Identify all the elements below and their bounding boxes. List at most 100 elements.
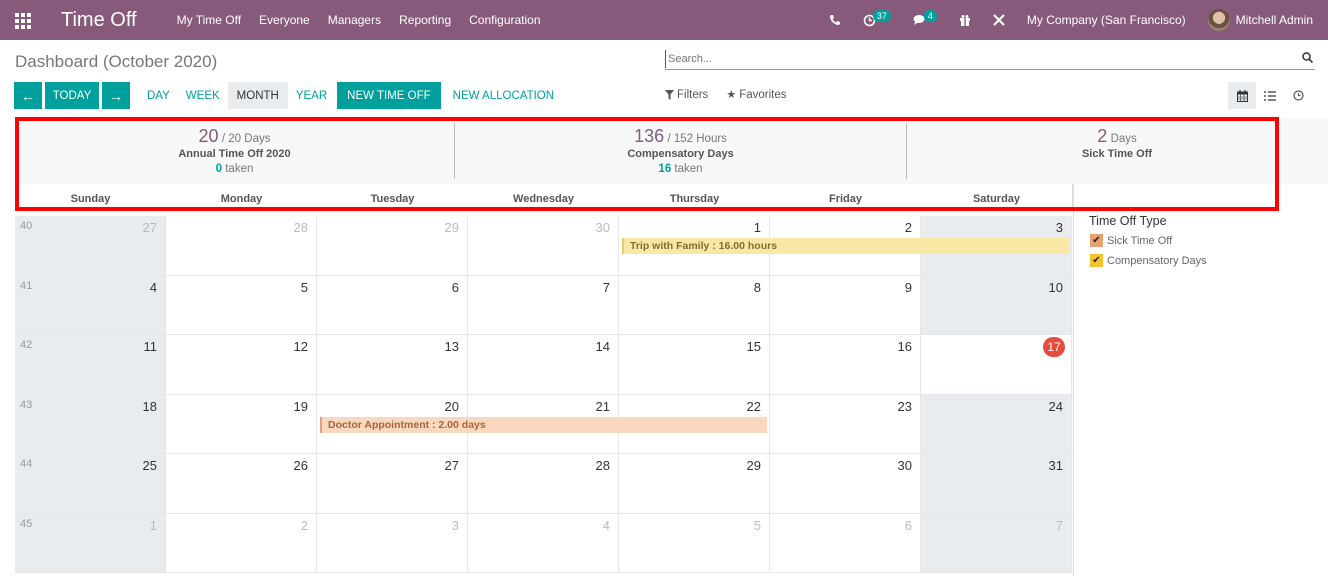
activity-count-badge: 37: [872, 10, 891, 22]
apps-menu-icon[interactable]: [15, 13, 31, 29]
calendar-day-cell[interactable]: 4: [468, 513, 619, 572]
calendar-day-cell[interactable]: 27: [317, 454, 468, 513]
calendar-day-cell[interactable]: 28: [468, 454, 619, 513]
main-menu: My Time Off Everyone Managers Reporting …: [177, 13, 559, 27]
search-icon[interactable]: [1302, 52, 1313, 63]
calendar-day-cell[interactable]: 43 18: [15, 394, 166, 453]
new-time-off-button[interactable]: NEW TIME OFF: [337, 82, 441, 109]
calendar-day-cell[interactable]: 12: [166, 335, 317, 394]
calendar-day-cell[interactable]: 40 27: [15, 216, 166, 275]
debug-tools-icon[interactable]: [993, 14, 1005, 26]
calendar-side-panel: Time Off Type ✔ Sick Time Off ✔ Compensa…: [1073, 184, 1328, 576]
previous-button[interactable]: ←: [14, 82, 42, 109]
today-date-badge: 17: [1043, 337, 1065, 357]
filter-sick-time-off[interactable]: ✔ Sick Time Off: [1090, 234, 1172, 247]
calendar-day-cell[interactable]: 7: [921, 513, 1072, 572]
calendar-view-button[interactable]: [1228, 82, 1256, 109]
user-menu[interactable]: Mitchell Admin: [1236, 13, 1313, 27]
list-view-button[interactable]: [1256, 82, 1284, 109]
calendar-day-cell[interactable]: 15: [619, 335, 770, 394]
favorites-label: Favorites: [739, 88, 787, 101]
calendar-day-cell[interactable]: 6: [770, 513, 921, 572]
calendar-day-today[interactable]: 17: [921, 335, 1072, 394]
activity-button[interactable]: 37: [863, 10, 891, 27]
weekday-wednesday: Wednesday: [513, 193, 574, 205]
next-button[interactable]: →: [102, 82, 130, 109]
day-number: 25: [142, 458, 157, 473]
phone-icon[interactable]: [829, 14, 841, 26]
leave-type-name: Sick Time Off: [1081, 148, 1153, 160]
day-number: 4: [602, 517, 610, 533]
remaining-value: 136: [634, 126, 665, 146]
calendar-day-cell[interactable]: 30: [770, 454, 921, 513]
user-avatar[interactable]: [1207, 9, 1230, 31]
calendar-day-cell[interactable]: 23: [770, 394, 921, 453]
day-number: 2: [904, 220, 912, 235]
filters-label: Filters: [677, 88, 709, 101]
calendar-day-cell[interactable]: 6: [317, 275, 468, 334]
calendar-day-cell[interactable]: 29: [619, 454, 770, 513]
menu-reporting[interactable]: Reporting: [399, 13, 451, 27]
day-scale-button[interactable]: DAY: [139, 82, 178, 109]
calendar-day-cell[interactable]: 28: [166, 216, 317, 275]
calendar-day-cell[interactable]: 29: [317, 216, 468, 275]
company-switcher[interactable]: My Company (San Francisco): [1027, 13, 1186, 27]
menu-my-time-off[interactable]: My Time Off: [177, 13, 241, 27]
month-scale-button[interactable]: MONTH: [227, 82, 288, 109]
calendar-day-cell[interactable]: 19: [166, 394, 317, 453]
calendar-icon: [1236, 89, 1248, 102]
checkbox-checked-icon[interactable]: ✔: [1090, 234, 1103, 247]
new-allocation-button[interactable]: NEW ALLOCATION: [443, 82, 564, 109]
day-number: 13: [444, 339, 459, 354]
day-number: 18: [142, 398, 157, 414]
calendar-day-cell[interactable]: 30: [468, 216, 619, 275]
taken-info: 0 taken: [15, 163, 454, 175]
calendar-event[interactable]: Trip with Family : 16.00 hours: [622, 238, 1069, 254]
today-button[interactable]: TODAY: [45, 82, 99, 109]
checkbox-checked-icon[interactable]: ✔: [1090, 254, 1103, 267]
calendar-day-cell[interactable]: 5: [619, 513, 770, 572]
year-scale-button[interactable]: YEAR: [288, 82, 335, 109]
calendar-day-cell[interactable]: 16: [770, 335, 921, 394]
calendar-event[interactable]: Doctor Appointment : 2.00 days: [320, 416, 767, 433]
calendar-day-cell[interactable]: 31: [921, 454, 1072, 513]
favorites-dropdown[interactable]: ★ Favorites: [726, 88, 787, 102]
calendar-day-cell[interactable]: 44 25: [15, 454, 166, 513]
calendar-day-cell[interactable]: 8: [619, 275, 770, 334]
allocation-unit: / 152 Hours: [667, 133, 727, 145]
calendar-day-cell[interactable]: 24: [921, 394, 1072, 453]
calendar-day-cell[interactable]: 3: [317, 513, 468, 572]
day-number: 1: [149, 517, 157, 533]
calendar-day-cell[interactable]: 9: [770, 275, 921, 334]
week-number: 40: [20, 220, 33, 232]
calendar-day-cell[interactable]: 13: [317, 335, 468, 394]
calendar-day-cell[interactable]: 45 1: [15, 513, 166, 572]
calendar-day-cell[interactable]: 10: [921, 275, 1072, 334]
gift-icon[interactable]: [959, 14, 971, 26]
filter-compensatory-days[interactable]: ✔ Compensatory Days: [1090, 254, 1207, 267]
calendar-day-cell[interactable]: 2: [166, 513, 317, 572]
calendar-day-cell[interactable]: 42 11: [15, 335, 166, 394]
menu-configuration[interactable]: Configuration: [469, 13, 540, 27]
calendar-day-cell[interactable]: 5: [166, 275, 317, 334]
calendar-week-row: 45 1 2 3 4 5 6 7: [15, 513, 1073, 573]
menu-everyone[interactable]: Everyone: [259, 13, 310, 27]
week-scale-button[interactable]: WEEK: [178, 82, 228, 109]
week-number: 42: [20, 339, 33, 351]
calendar-day-cell[interactable]: 7: [468, 275, 619, 334]
taken-value: 0: [215, 163, 223, 175]
day-number: 10: [1048, 279, 1063, 295]
calendar-day-cell[interactable]: 14: [468, 335, 619, 394]
menu-managers[interactable]: Managers: [328, 13, 381, 27]
day-number: 8: [753, 279, 761, 295]
calendar-day-cell[interactable]: 41 4: [15, 275, 166, 334]
calendar-month-grid: 40 27 28 29 30 1 2 3 Trip with Family : 16.00 ho…: [15, 216, 1073, 573]
day-number: 3: [1055, 220, 1063, 235]
messages-button[interactable]: 4: [913, 10, 937, 26]
weekday-friday: Friday: [828, 193, 862, 205]
calendar-day-cell[interactable]: 26: [166, 454, 317, 513]
search-input[interactable]: [665, 50, 1285, 68]
time-off-summary: 20 / 20 Days Annual Time Off 2020 0 take…: [15, 118, 1328, 184]
filters-dropdown[interactable]: Filters: [665, 88, 708, 101]
activity-view-button[interactable]: [1284, 82, 1312, 109]
